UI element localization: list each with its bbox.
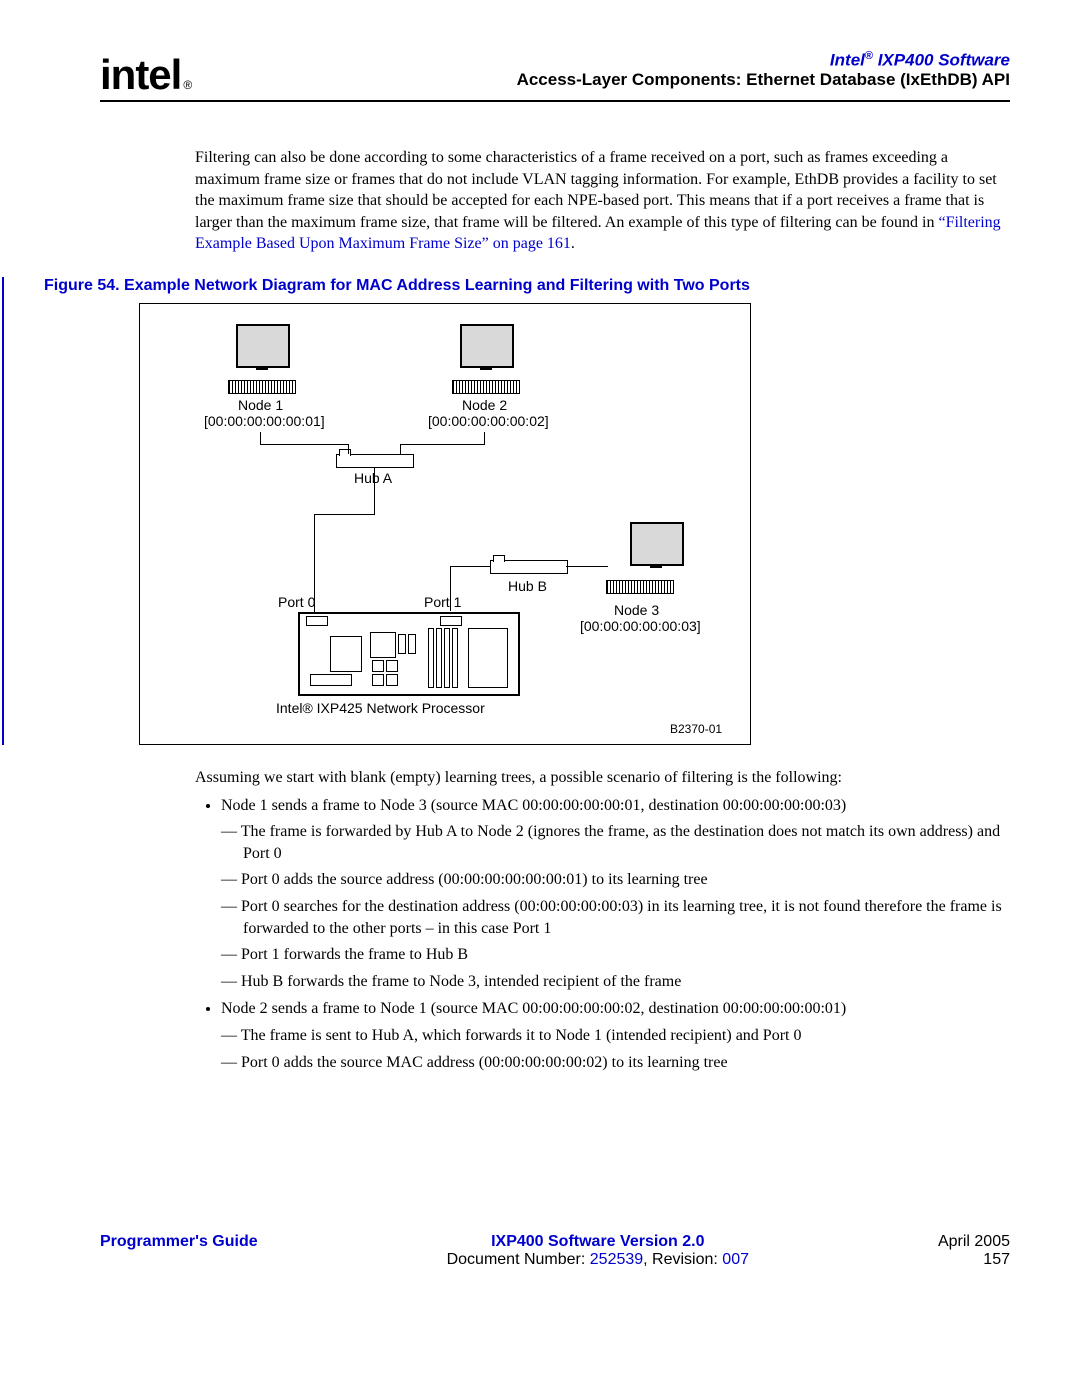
bullet-list: Node 1 sends a frame to Node 3 (source M… [195,795,1010,1074]
list-item: Node 1 sends a frame to Node 3 (source M… [221,795,1010,993]
bullet-text: Node 2 sends a frame to Node 1 (source M… [221,1000,846,1017]
intel-logo: intel® [100,54,191,96]
node1-label: Node 1 [238,397,283,413]
list-subitem: The frame is forwarded by Hub A to Node … [243,821,1010,864]
footer-right: April 2005 157 [938,1233,1010,1269]
node1-keyboard-icon [228,380,296,394]
node2-keyboard-icon [452,380,520,394]
header-title-2: Access-Layer Components: Ethernet Databa… [517,70,1010,90]
figure-diagram: Node 1 [00:00:00:00:00:01] Node 2 [00:00… [139,303,751,745]
list-subitem: Hub B forwards the frame to Node 3, inte… [243,971,1010,993]
list-subitem: Port 0 searches for the destination addr… [243,896,1010,939]
list-subitem: Port 0 adds the source address (00:00:00… [243,869,1010,891]
port1-label: Port 1 [424,594,461,610]
footer-mid: IXP400 Software Version 2.0 Document Num… [447,1233,749,1269]
node1-mac: [00:00:00:00:00:01] [204,413,325,429]
ixp425-board-icon [298,612,520,696]
paragraph-2: Assuming we start with blank (empty) lea… [195,767,1010,789]
node1-monitor-icon [236,324,290,368]
figure-caption: Figure 54. Example Network Diagram for M… [44,277,1010,295]
port0-label: Port 0 [278,594,315,610]
bullet-text: Node 1 sends a frame to Node 3 (source M… [221,797,846,814]
processor-label: Intel® IXP425 Network Processor [276,700,485,716]
list-subitem: Port 1 forwards the frame to Hub B [243,944,1010,966]
hdr-suffix: IXP400 Software [873,50,1010,69]
footer-docnum: Document Number: 252539, Revision: 007 [447,1251,749,1269]
list-subitem: Port 0 adds the source MAC address (00:0… [243,1052,1010,1074]
hdr-prefix: Intel [830,50,865,69]
node2-monitor-icon [460,324,514,368]
node3-keyboard-icon [606,580,674,594]
logo-text: intel [100,54,181,96]
node3-mac: [00:00:00:00:00:03] [580,618,701,634]
hubB-icon [490,560,568,574]
list-subitem: The frame is sent to Hub A, which forwar… [243,1025,1010,1047]
page-footer: Programmer's Guide IXP400 Software Versi… [100,1233,1010,1269]
node2-label: Node 2 [462,397,507,413]
footer-date: April 2005 [938,1233,1010,1251]
hdr-reg: ® [865,50,873,62]
hubB-label: Hub B [508,578,547,594]
footer-pagenum: 157 [938,1251,1010,1269]
list-item: Node 2 sends a frame to Node 1 (source M… [221,998,1010,1073]
figure-ref: B2370-01 [670,722,722,736]
footer-version: IXP400 Software Version 2.0 [447,1233,749,1251]
hubA-icon [336,454,414,468]
logo-reg: ® [183,79,191,91]
footer-left: Programmer's Guide [100,1233,258,1269]
para1-text: Filtering can also be done according to … [195,149,997,231]
node2-mac: [00:00:00:00:00:02] [428,413,549,429]
para1-tail: . [571,235,575,252]
node3-monitor-icon [630,522,684,566]
change-bar-section: Figure 54. Example Network Diagram for M… [2,277,1010,745]
header-right: Intel® IXP400 Software Access-Layer Comp… [517,50,1010,90]
node3-label: Node 3 [614,602,659,618]
page-header: intel® Intel® IXP400 Software Access-Lay… [100,50,1010,102]
header-title-1: Intel® IXP400 Software [517,50,1010,70]
paragraph-1: Filtering can also be done according to … [195,147,1010,255]
